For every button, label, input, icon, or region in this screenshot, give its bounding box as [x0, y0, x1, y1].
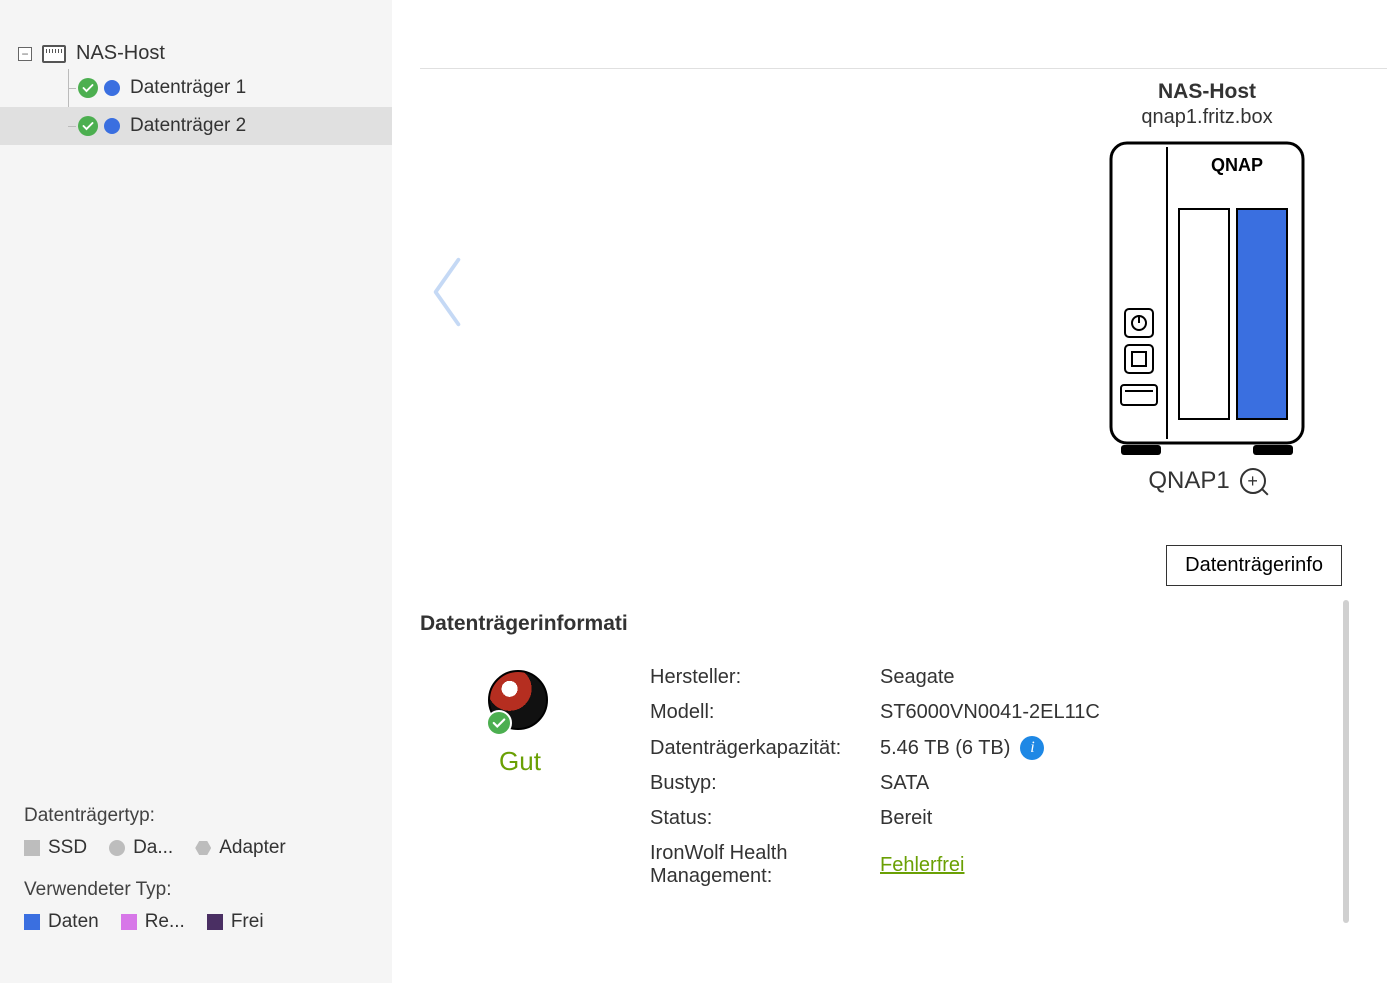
scrollbar[interactable] [1343, 600, 1349, 923]
status-ok-icon [78, 78, 98, 98]
legend: Datenträgertyp: SSD Da... Adapter Verwen… [24, 805, 374, 953]
status-column: Gut [420, 660, 620, 777]
device-name-row: QNAP1 + [1087, 467, 1327, 495]
device-hostname: qnap1.fritz.box [1087, 106, 1327, 129]
tree-root-node[interactable]: − NAS-Host [0, 38, 392, 69]
kv-row-bustype: Bustyp: SATA [650, 766, 1342, 801]
legend-disktype-title: Datenträgertyp: [24, 805, 374, 827]
swatch-circle-icon [109, 840, 125, 856]
tree-children: Datenträger 1 Datenträger 2 [54, 69, 392, 145]
kv-val: 5.46 TB (6 TB) [880, 737, 1010, 760]
disk-type-dot-icon [104, 80, 120, 96]
status-ok-icon [486, 710, 512, 736]
disk-info-section: Datenträgerinformati Gut Hersteller: Sea… [420, 612, 1342, 894]
status-ok-icon [78, 116, 98, 136]
swatch-square-icon [121, 914, 137, 930]
collapse-icon[interactable]: − [18, 47, 32, 61]
kv-row-manufacturer: Hersteller: Seagate [650, 660, 1342, 695]
kv-key: Bustyp: [650, 772, 880, 795]
disk-info-button[interactable]: Datenträgerinfo [1166, 545, 1342, 586]
legend-usedtype-row: Daten Re... Frei [24, 911, 374, 933]
capacity-info-button[interactable]: i [1020, 736, 1044, 760]
legend-item-reserved: Re... [121, 911, 185, 933]
kv-val: Seagate [880, 666, 955, 689]
health-status-text: Gut [420, 746, 620, 777]
legend-item-adapter: Adapter [195, 837, 286, 859]
legend-item-free: Frei [207, 911, 264, 933]
tree-item-disk2[interactable]: Datenträger 2 [0, 107, 392, 145]
swatch-square-icon [207, 914, 223, 930]
legend-label: Re... [145, 911, 185, 933]
tree-item-label: Datenträger 2 [130, 115, 246, 137]
tree-root-label: NAS-Host [76, 42, 165, 65]
legend-item-ssd: SSD [24, 837, 87, 859]
main-panel: NAS-Host qnap1.fritz.box QNAP QNAP1 + [392, 0, 1387, 983]
chevron-left-icon [428, 253, 466, 331]
legend-label: Daten [48, 911, 99, 933]
kv-row-status: Status: Bereit [650, 801, 1342, 836]
swatch-square-icon [24, 914, 40, 930]
kv-key: Status: [650, 807, 880, 830]
legend-label: Frei [231, 911, 264, 933]
kv-val: Bereit [880, 807, 932, 830]
kv-key: Hersteller: [650, 666, 880, 689]
tree-item-disk1[interactable]: Datenträger 1 [54, 69, 392, 107]
device-title: NAS-Host [1087, 80, 1327, 104]
brand-text: QNAP [1211, 155, 1263, 175]
device-tree: − NAS-Host Datenträger 1 Datenträger 2 [0, 0, 392, 145]
kv-val: SATA [880, 772, 929, 795]
tree-item-label: Datenträger 1 [130, 77, 246, 99]
legend-label: Da... [133, 837, 173, 859]
kv-row-capacity: Datenträgerkapazität: 5.46 TB (6 TB) i [650, 730, 1342, 766]
separator [420, 68, 1387, 69]
swatch-square-icon [24, 840, 40, 856]
legend-label: Adapter [219, 837, 286, 859]
kv-val: ST6000VN0041-2EL11C [880, 701, 1100, 724]
kv-key: IronWolf Health Management: [650, 842, 880, 888]
sidebar: − NAS-Host Datenträger 1 Datenträger 2 [0, 0, 392, 983]
legend-item-data: Da... [109, 837, 173, 859]
zoom-in-button[interactable]: + [1240, 468, 1266, 494]
info-grid: Gut Hersteller: Seagate Modell: ST6000VN… [420, 660, 1342, 894]
kv-key: Modell: [650, 701, 880, 724]
disk-info-button-label: Datenträgerinfo [1185, 554, 1323, 576]
legend-disktype-row: SSD Da... Adapter [24, 837, 374, 859]
drive-health-icon [488, 670, 552, 734]
kv-key: Datenträgerkapazität: [650, 737, 880, 760]
info-heading: Datenträgerinformati [420, 612, 630, 636]
legend-item-daten: Daten [24, 911, 99, 933]
kv-row-ironwolf: IronWolf Health Management: Fehlerfrei [650, 836, 1342, 894]
device-block: NAS-Host qnap1.fritz.box QNAP QNAP1 + [1087, 80, 1327, 495]
swatch-hex-icon [195, 841, 211, 855]
nas-device-icon: QNAP [1107, 139, 1307, 459]
kv-column: Hersteller: Seagate Modell: ST6000VN0041… [650, 660, 1342, 894]
nas-icon [42, 45, 66, 63]
device-name: QNAP1 [1148, 467, 1229, 495]
ironwolf-health-link[interactable]: Fehlerfrei [880, 854, 964, 877]
disk-type-dot-icon [104, 118, 120, 134]
prev-device-button[interactable] [422, 252, 472, 332]
legend-usedtype-title: Verwendeter Typ: [24, 879, 374, 901]
legend-label: SSD [48, 837, 87, 859]
kv-row-model: Modell: ST6000VN0041-2EL11C [650, 695, 1342, 730]
